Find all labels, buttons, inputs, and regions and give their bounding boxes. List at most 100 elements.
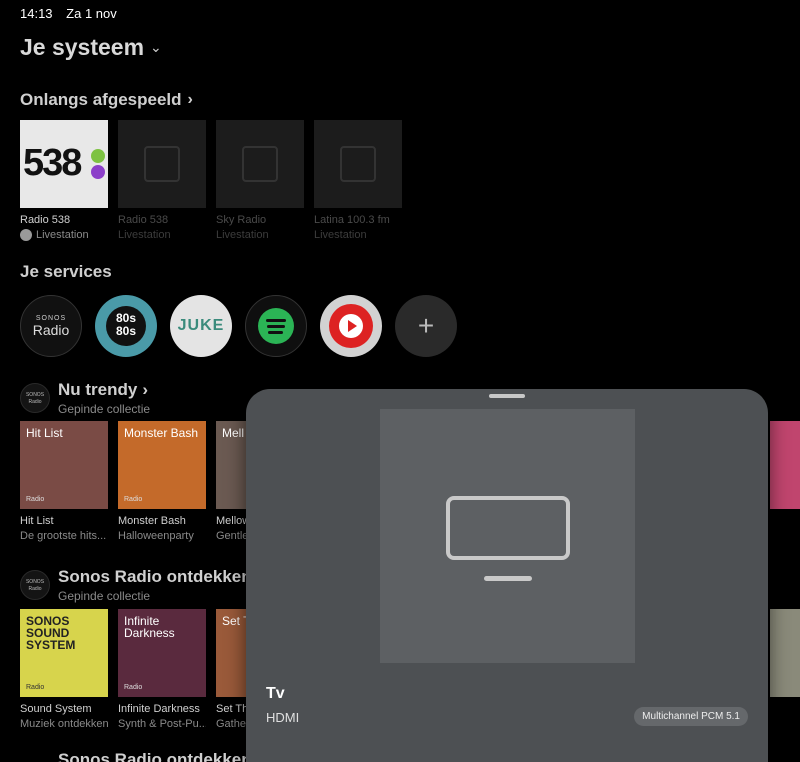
sonos-logo-text: SONOS [35,314,67,322]
trendy-title: Nu trendy › [58,380,150,400]
source-title: Tv [266,685,285,702]
item-sub: Muziek ontdekken [20,718,108,730]
recent-item-sub: Livestation [216,229,269,241]
infinite-darkness-artwork: Infinite Darkness Radio [118,609,206,697]
tv-icon [446,496,570,581]
cover-caption: Infinite Darkness [124,614,175,640]
add-service-button[interactable]: + [395,295,457,357]
mellow-artwork: Mell Mor [216,421,246,509]
collection-item-mellow[interactable]: Mell Mor Mellow Gentle [216,421,246,542]
item-sub: Gathe [216,718,246,730]
recent-item-name: Sky Radio [216,214,267,226]
radio-label: Radio [26,496,45,503]
monster-bash-artwork: Monster Bash Radio [118,421,206,509]
services-heading-label: Je services [20,262,112,281]
80s-logo-line1: 80s [115,311,137,325]
recent-item-sub: Livestation [20,229,108,241]
recent-item-sub-label: Livestation [36,229,89,241]
next-section-heading[interactable]: Sonos Radio ontdekken [58,750,252,762]
collection-item-sound-system[interactable]: SONOS SOUND SYSTEM Radio Sound System Mu… [20,609,108,730]
chevron-right-icon: › [187,91,193,108]
recent-item[interactable]: Radio 538 Livestation [118,120,206,241]
youtube-music-icon [329,304,373,348]
cover-caption: SONOS SOUND SYSTEM [26,614,76,652]
spotify-icon [258,308,294,344]
collection-item-set-the-table[interactable]: Set Tabl Set Th Gathe [216,609,246,730]
station-artwork-placeholder [118,120,206,208]
item-name: Set Th [216,703,246,715]
cover-caption: Hit List [26,426,63,440]
recent-list: 538 Radio 538 Livestation Radio 538 Live… [20,120,402,241]
item-name: Sound System [20,703,92,715]
chevron-right-icon: › [142,380,149,399]
juke-logo-text: JUKE [177,317,225,334]
trendy-subtitle: Gepinde collectie [58,402,151,416]
audio-format-badge: Multichannel PCM 5.1 [634,707,748,726]
recent-item-name: Latina 100.3 fm [314,214,390,226]
now-playing-sheet[interactable]: Tv HDMI Multichannel PCM 5.1 [246,389,768,762]
item-name: Mellow [216,515,246,527]
peek-artwork[interactable] [770,609,800,697]
collection-item-monster-bash[interactable]: Monster Bash Radio Monster Bash Hallowee… [118,421,206,542]
service-juke[interactable]: JUKE [170,295,232,357]
sound-system-artwork: SONOS SOUND SYSTEM Radio [20,609,108,697]
services-heading: Je services [20,262,112,282]
recent-heading-label: Onlangs afgespeeld [20,90,182,109]
status-bar: 14:13 Za 1 nov [20,6,127,21]
system-selector[interactable]: Je systeem ⌄ [20,34,162,61]
hit-list-artwork: Hit List Radio [20,421,108,509]
radio538-logo-text: 538 [23,142,82,184]
item-sub: Halloweenparty [118,530,194,542]
radio-label: Radio [124,496,143,503]
station-artwork-placeholder [216,120,304,208]
recent-item[interactable]: Sky Radio Livestation [216,120,304,241]
discover-heading[interactable]: SONOS Radio Sonos Radio ontdekken› Gepin… [20,567,262,603]
source-artwork [380,409,635,663]
collection-item-hit-list[interactable]: Hit List Radio Hit List De grootste hits… [20,421,108,542]
peek-artwork[interactable] [770,421,800,509]
service-youtube-music[interactable] [320,295,382,357]
sheet-drag-handle[interactable] [489,394,525,398]
recent-item-radio538[interactable]: 538 Radio 538 Livestation [20,120,108,241]
discover-subtitle: Gepinde collectie [58,589,151,603]
radio-label: Radio [124,684,143,691]
trendy-list: Hit List Radio Hit List De grootste hits… [20,421,246,542]
logo-dot-green [91,149,105,163]
chevron-down-icon: ⌄ [150,39,162,55]
recent-item-sub: Livestation [118,229,171,241]
cover-caption: Set Tabl [222,614,246,628]
set-the-table-artwork: Set Tabl [216,609,246,697]
plus-icon: + [417,310,435,341]
recent-item[interactable]: Latina 100.3 fm Livestation [314,120,402,241]
recent-heading[interactable]: Onlangs afgespeeld › [20,90,193,110]
station-artwork-placeholder [314,120,402,208]
80s-logo-line2: 80s [115,324,137,338]
page-title: Je systeem [20,34,145,60]
80s-logo: 80s 80s [106,306,146,346]
sonos-radio-text: Radio [32,321,70,338]
item-sub: Synth & Post-Pu... [118,718,206,730]
sonos-radio-logo: SONOS Radio [20,570,50,600]
logo-dot-purple [91,165,105,179]
item-sub: Gentle [216,530,246,542]
radio538-artwork: 538 [20,120,108,208]
service-80s80s[interactable]: 80s 80s [95,295,157,357]
service-spotify[interactable] [245,295,307,357]
collection-item-infinite-darkness[interactable]: Infinite Darkness Radio Infinite Darknes… [118,609,206,730]
item-name: Hit List [20,515,54,527]
sonos-radio-logo: SONOS Radio [20,383,50,413]
live-icon [20,229,32,241]
discover-list: SONOS SOUND SYSTEM Radio Sound System Mu… [20,609,246,730]
item-name: Infinite Darkness [118,703,200,715]
status-date: Za 1 nov [66,6,117,21]
recent-item-name: Radio 538 [118,214,169,226]
item-name: Monster Bash [118,515,186,527]
status-time: 14:13 [20,6,53,21]
service-sonos-radio[interactable]: SONOS Radio [20,295,82,357]
trendy-heading[interactable]: SONOS Radio Nu trendy › Gepinde collectie [20,380,150,416]
recent-item-sub: Livestation [314,229,367,241]
source-input: HDMI [266,710,300,725]
recent-item-name: Radio 538 [20,214,71,226]
item-sub: De grootste hits... [20,530,107,542]
discover-title: Sonos Radio ontdekken› [58,567,262,587]
